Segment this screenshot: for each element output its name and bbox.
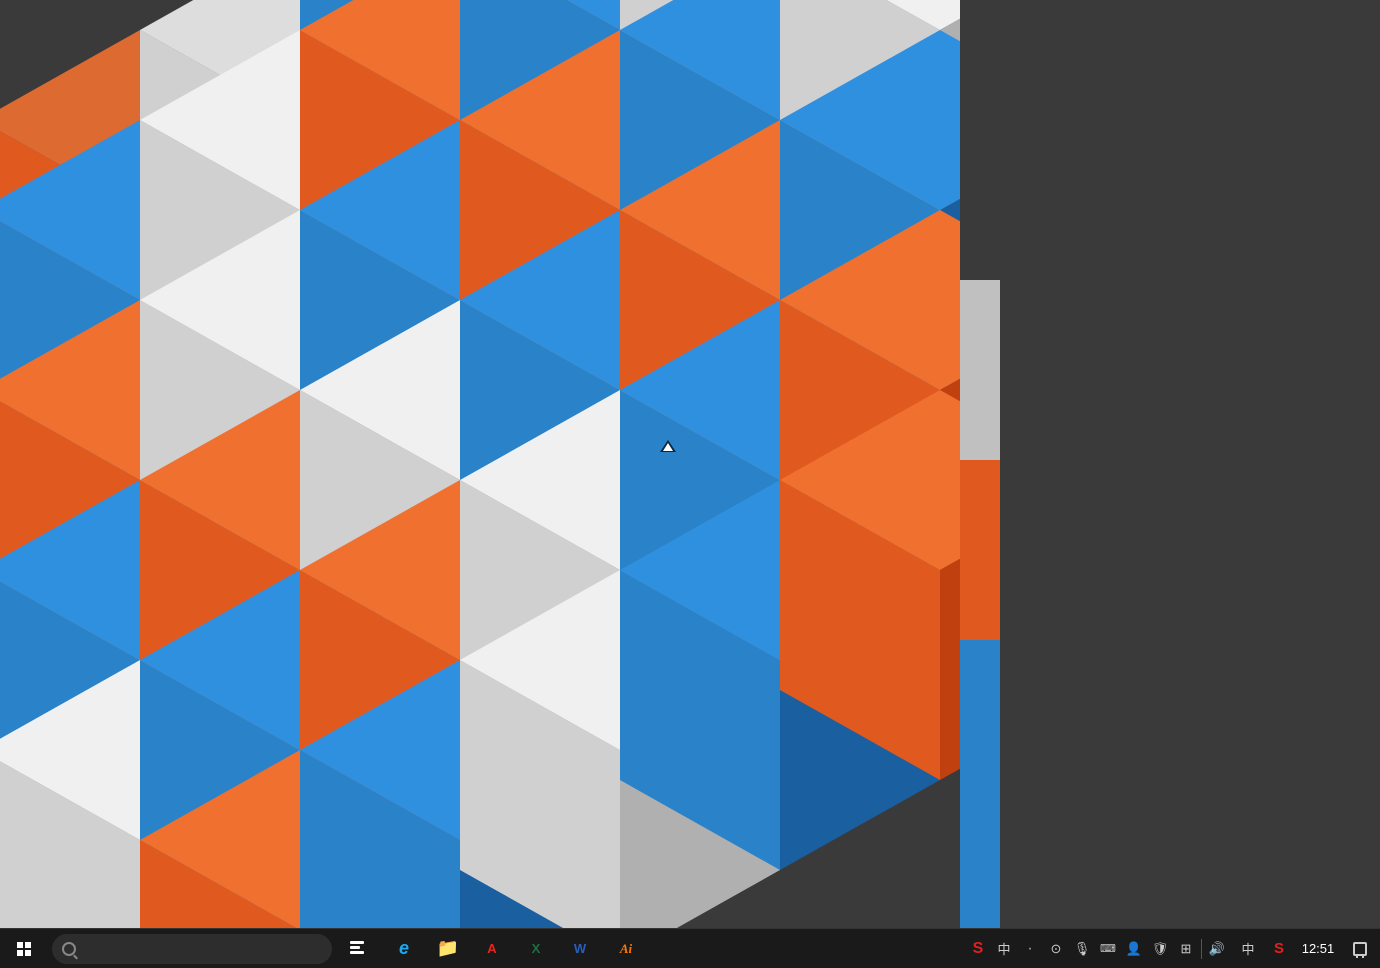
taskview-icon — [350, 941, 366, 957]
edge-icon-button[interactable]: e — [382, 929, 426, 968]
sogou-button[interactable]: S — [965, 929, 991, 968]
word-button[interactable]: W — [558, 929, 602, 968]
excel-icon: X — [532, 941, 541, 956]
system-tray: S 中 · ⊙ 🎙 ⌨ 👤 — [965, 929, 1380, 968]
explorer-button[interactable]: 📁 — [426, 929, 470, 968]
input-method-icon: 中 — [1241, 939, 1254, 958]
chinese-input-icon: 中 — [997, 939, 1010, 958]
chinese-input-button[interactable]: 中 — [991, 929, 1017, 968]
ai-icon: Ai — [620, 941, 632, 957]
volume-icon: 🔊 — [1209, 941, 1225, 957]
network-button[interactable]: ⊙ — [1043, 929, 1069, 968]
user-button[interactable]: 👤 — [1121, 929, 1147, 968]
desktop: e 📁 A X W Ai — [0, 0, 1380, 968]
word-icon: W — [574, 941, 586, 956]
taskbar-apps: e 📁 A X W — [382, 929, 602, 968]
network2-button[interactable]: ⊞ — [1173, 929, 1199, 968]
notification-button[interactable] — [1344, 929, 1376, 968]
excel-button[interactable]: X — [514, 929, 558, 968]
network2-icon: ⊞ — [1181, 941, 1192, 957]
sogou-icon: S — [973, 940, 984, 958]
dot-button[interactable]: · — [1017, 929, 1043, 968]
keyboard-icon: ⌨ — [1100, 942, 1116, 955]
sogou2-icon: S — [1274, 940, 1284, 957]
search-icon — [62, 942, 76, 956]
dot-icon: · — [1027, 940, 1032, 958]
wallpaper-svg — [0, 0, 1380, 930]
tray-separator — [1201, 939, 1202, 959]
ai-app-button[interactable]: Ai — [604, 929, 648, 968]
input-method-button[interactable]: 中 — [1230, 929, 1266, 968]
notification-icon — [1353, 942, 1367, 956]
sogou2-button[interactable]: S — [1266, 929, 1292, 968]
wallpaper — [0, 0, 1380, 930]
adobe-icon: A — [487, 941, 496, 956]
volume-button[interactable]: 🔊 — [1204, 929, 1230, 968]
microphone-button[interactable]: 🎙 — [1069, 929, 1095, 968]
keyboard-button[interactable]: ⌨ — [1095, 929, 1121, 968]
edge-icon: e — [399, 938, 409, 959]
start-icon — [17, 942, 31, 956]
start-button[interactable] — [0, 929, 48, 968]
network-icon: ⊙ — [1051, 941, 1062, 957]
clock-time: 12:51 — [1302, 941, 1335, 957]
user-icon: 👤 — [1126, 941, 1142, 957]
shield-icon: 🛡 — [1152, 941, 1169, 957]
taskview-button[interactable] — [336, 929, 380, 968]
taskbar: e 📁 A X W Ai — [0, 928, 1380, 968]
clock-button[interactable]: 12:51 — [1292, 929, 1344, 968]
adobe-button[interactable]: A — [470, 929, 514, 968]
security-button[interactable]: 🛡 — [1147, 929, 1173, 968]
folder-icon: 📁 — [437, 938, 459, 959]
microphone-icon: 🎙 — [1074, 941, 1091, 957]
search-bar[interactable] — [52, 934, 332, 964]
